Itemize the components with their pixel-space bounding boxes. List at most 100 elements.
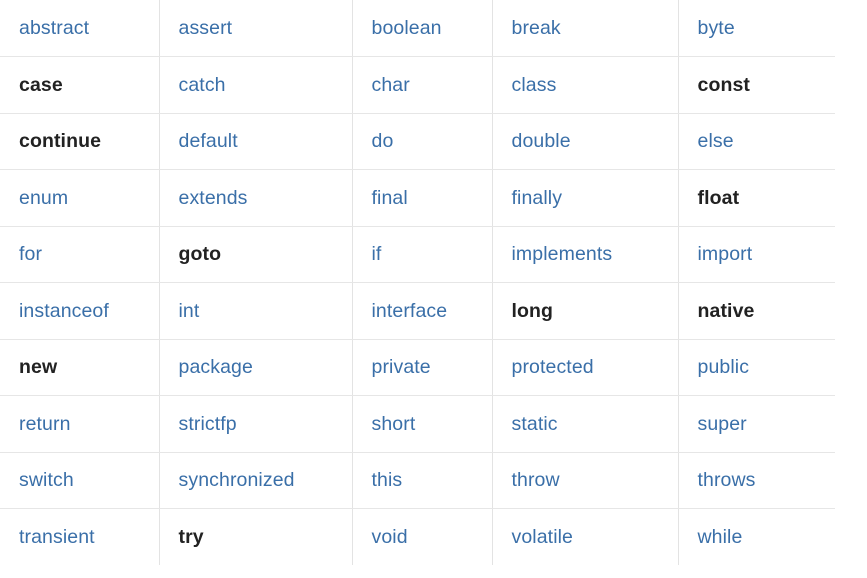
table-row: instanceof int interface long native	[0, 282, 835, 340]
table-cell: continue	[0, 113, 160, 170]
table-cell: int	[159, 282, 353, 340]
table-cell: for	[0, 226, 160, 283]
table-row: for goto if implements import	[0, 226, 835, 283]
table-cell: public	[678, 339, 835, 396]
table-cell: void	[352, 508, 493, 565]
keyword-text: const	[697, 73, 751, 96]
table-cell: do	[352, 113, 493, 170]
keyword-link[interactable]: enum	[19, 187, 68, 209]
keyword-link[interactable]: public	[698, 356, 750, 378]
keyword-link[interactable]: for	[19, 243, 42, 265]
table-row: enum extends final finally float	[0, 169, 835, 227]
keyword-text: native	[697, 299, 755, 322]
keyword-link[interactable]: static	[512, 413, 558, 435]
table-cell: new	[0, 339, 160, 396]
keyword-text: goto	[178, 243, 222, 266]
table-row: continue default do double else	[0, 113, 835, 170]
table-row: case catch char class const	[0, 56, 835, 114]
keyword-link[interactable]: assert	[179, 17, 233, 39]
keyword-link[interactable]: import	[698, 243, 753, 265]
table-cell: finally	[492, 169, 679, 227]
keyword-link[interactable]: void	[372, 526, 408, 548]
table-cell: short	[352, 395, 493, 453]
keyword-link[interactable]: extends	[179, 187, 248, 209]
keyword-link[interactable]: short	[372, 413, 416, 435]
keyword-link[interactable]: char	[372, 74, 410, 96]
table-cell: strictfp	[159, 395, 353, 453]
keyword-link[interactable]: abstract	[19, 17, 89, 39]
keyword-link[interactable]: while	[698, 526, 743, 548]
keyword-text: long	[511, 299, 554, 322]
keyword-link[interactable]: private	[372, 356, 431, 378]
keyword-link[interactable]: default	[179, 130, 238, 152]
keyword-table-body: abstract assert boolean break byte case catch c…	[0, 0, 835, 565]
table-cell: implements	[492, 226, 679, 283]
keyword-link[interactable]: if	[372, 243, 382, 265]
table-cell: case	[0, 56, 160, 114]
table-cell: float	[678, 169, 835, 227]
keyword-link[interactable]: synchronized	[179, 469, 295, 491]
table-cell: protected	[492, 339, 679, 396]
keyword-link[interactable]: double	[512, 130, 571, 152]
keyword-link[interactable]: int	[179, 300, 200, 322]
table-row: abstract assert boolean break byte	[0, 0, 835, 57]
table-cell: const	[678, 56, 835, 114]
table-cell: catch	[159, 56, 353, 114]
table-cell: super	[678, 395, 835, 453]
table-row: new package private protected public	[0, 339, 835, 396]
keyword-link[interactable]: protected	[512, 356, 594, 378]
keyword-link[interactable]: package	[179, 356, 253, 378]
table-cell: throws	[678, 452, 835, 509]
table-row: transient try void volatile while	[0, 508, 835, 566]
keyword-link[interactable]: throws	[698, 469, 756, 491]
table-cell: package	[159, 339, 353, 396]
keyword-link[interactable]: strictfp	[179, 413, 237, 435]
keyword-text: continue	[19, 130, 102, 153]
keyword-link[interactable]: implements	[512, 243, 613, 265]
table-cell: else	[678, 113, 835, 170]
keyword-link[interactable]: break	[512, 17, 561, 39]
table-cell: try	[159, 508, 353, 565]
table-cell: enum	[0, 169, 160, 227]
keyword-link[interactable]: finally	[512, 187, 563, 209]
keyword-link[interactable]: else	[698, 130, 734, 152]
keyword-link[interactable]: catch	[179, 74, 226, 96]
keyword-link[interactable]: this	[372, 469, 403, 491]
keyword-link[interactable]: boolean	[372, 17, 442, 39]
keyword-link[interactable]: class	[512, 74, 557, 96]
keyword-link[interactable]: volatile	[512, 526, 574, 548]
table-cell: break	[492, 0, 679, 57]
table-cell: double	[492, 113, 679, 170]
table-cell: default	[159, 113, 353, 170]
table-cell: char	[352, 56, 493, 114]
table-cell: switch	[0, 452, 160, 509]
table-cell: native	[678, 282, 835, 340]
table-cell: import	[678, 226, 835, 283]
keyword-link[interactable]: do	[372, 130, 394, 152]
keyword-link[interactable]: return	[19, 413, 71, 435]
keyword-reference-table: abstract assert boolean break byte case catch c…	[0, 0, 835, 565]
table-cell: boolean	[352, 0, 493, 57]
keyword-link[interactable]: throw	[512, 469, 560, 491]
table-cell: final	[352, 169, 493, 227]
table-cell: assert	[159, 0, 353, 57]
table-cell: if	[352, 226, 493, 283]
keyword-link[interactable]: super	[698, 413, 747, 435]
table-cell: return	[0, 395, 160, 453]
keyword-link[interactable]: interface	[372, 300, 448, 322]
keyword-link[interactable]: switch	[19, 469, 74, 491]
table-cell: goto	[159, 226, 353, 283]
table-cell: static	[492, 395, 679, 453]
table-cell: throw	[492, 452, 679, 509]
keyword-link[interactable]: byte	[698, 17, 735, 39]
keyword-text: float	[697, 186, 740, 209]
keyword-link[interactable]: instanceof	[19, 300, 109, 322]
table-cell: this	[352, 452, 493, 509]
table-row: return strictfp short static super	[0, 395, 835, 453]
table-cell: while	[678, 509, 835, 566]
table-cell: synchronized	[159, 452, 353, 509]
keyword-link[interactable]: transient	[19, 526, 95, 548]
table-cell: byte	[678, 0, 835, 57]
keyword-text: case	[19, 73, 63, 96]
keyword-link[interactable]: final	[372, 187, 408, 209]
